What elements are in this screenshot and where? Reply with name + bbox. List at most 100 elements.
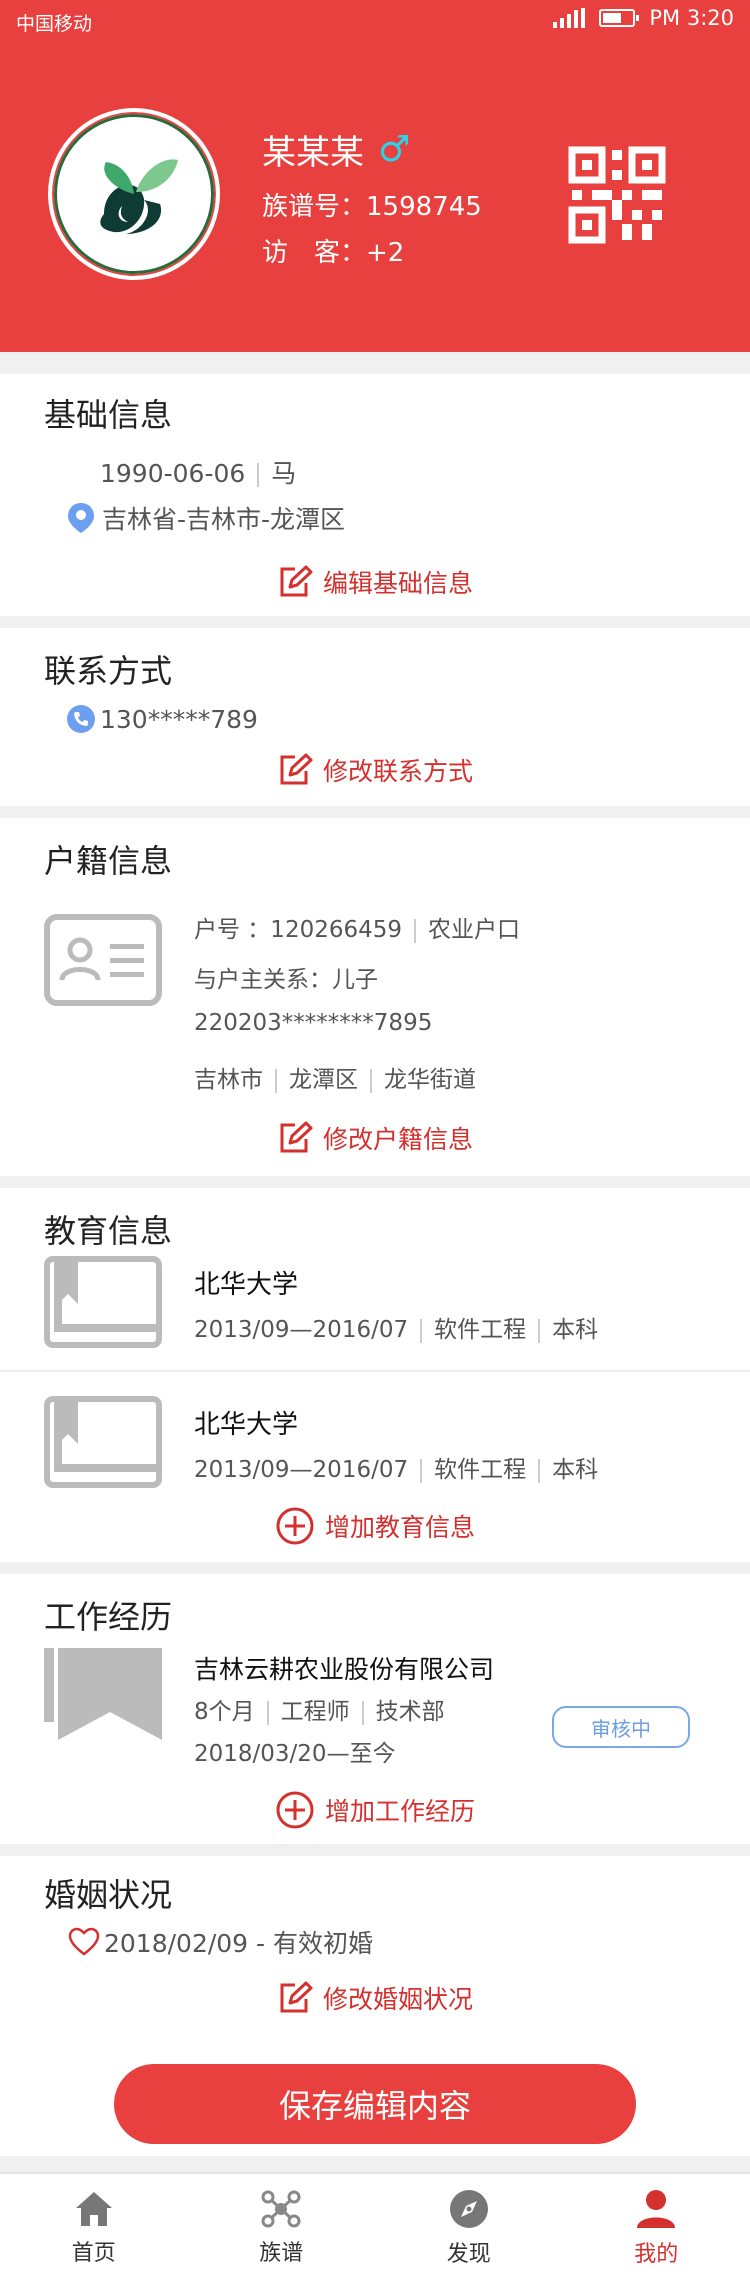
work-period: 2018/03/20—至今: [194, 1741, 396, 1767]
major: 软件工程: [434, 1457, 527, 1483]
tab-discover[interactable]: 发现: [375, 2174, 563, 2282]
education-details: 2013/09—2016/07 软件工程 本科: [194, 1450, 598, 1484]
male-icon: ♂: [378, 129, 411, 170]
basic-info-card: 基础信息 1990-06-06 马 吉林省-吉林市-龙潭区 编辑基础信息: [0, 374, 750, 616]
work-title: 工作经历: [44, 1598, 173, 1636]
book-icon: [44, 1256, 162, 1348]
company-name: 吉林云耕农业股份有限公司: [194, 1655, 495, 1684]
clock-time: PM 3:20: [649, 6, 734, 30]
marriage-card: 婚姻状况 2018/02/09 - 有效初婚 修改婚姻状况: [0, 1856, 750, 2044]
tab-family-tree[interactable]: 族谱: [188, 2174, 376, 2282]
compass-icon: [449, 2190, 488, 2228]
edit-marriage-label: 修改婚姻状况: [322, 1985, 473, 2014]
add-work-label: 增加工作经历: [324, 1797, 475, 1826]
marriage-record: 2018/02/09 - 有效初婚: [104, 1929, 374, 1958]
user-name-row: 某某某 ♂: [262, 125, 410, 174]
household-card: 户籍信息 户号 ：120266459 农业户口 与户主关系：儿子 220203**…: [0, 818, 750, 1176]
relation-to-head: 与户主关系：儿子: [194, 967, 378, 993]
location-row: 吉林省-吉林市-龙潭区: [66, 500, 345, 536]
contact-card: 联系方式 130*****789 修改联系方式: [0, 628, 750, 806]
tab-mine[interactable]: 我的: [563, 2174, 750, 2282]
education-card: 教育信息 北华大学 2013/09—2016/07 软件工程 本科 北华大学 201…: [0, 1188, 750, 1562]
marriage-row: 2018/02/09 - 有效初婚: [68, 1924, 373, 1960]
plus-circle-icon: [276, 1791, 314, 1829]
location: 吉林省-吉林市-龙潭区: [102, 505, 346, 534]
id-card-icon: [44, 914, 162, 1006]
plus-circle-icon: [276, 1507, 314, 1545]
phone-number: 130*****789: [100, 704, 258, 734]
edit-household-button[interactable]: 修改户籍信息: [0, 1120, 750, 1156]
divider: [538, 1458, 541, 1483]
degree: 本科: [552, 1457, 599, 1483]
tab-label: 首页: [71, 2241, 116, 2266]
user-icon: [637, 2190, 676, 2228]
visitor-count: 访 客：+2: [262, 238, 405, 268]
home-icon: [75, 2192, 112, 2226]
logo-icon: [100, 159, 178, 234]
edit-contact-button[interactable]: 修改联系方式: [0, 752, 750, 788]
divider: [420, 1318, 423, 1343]
edit-icon: [280, 1121, 313, 1153]
clan-number: 族谱号：1598745: [262, 192, 482, 222]
bottom-tab-bar: 首页 族谱 发现 我的: [0, 2172, 750, 2282]
id-number: 220203********7895: [194, 1010, 433, 1036]
work-position: 工程师: [280, 1699, 350, 1725]
divider: [538, 1318, 541, 1343]
marriage-title: 婚姻状况: [44, 1876, 173, 1914]
school-name: 北华大学: [194, 1270, 299, 1300]
divider: [414, 918, 417, 943]
divider: [266, 1700, 269, 1725]
phone-icon: [67, 705, 95, 733]
edit-icon: [280, 1981, 313, 2013]
avatar[interactable]: [48, 108, 220, 280]
status-bar: 中国移动 PM 3:20: [0, 0, 750, 42]
work-department: 技术部: [375, 1699, 445, 1725]
city: 吉林市: [194, 1067, 263, 1093]
tab-label: 我的: [634, 2242, 679, 2267]
basic-info-title: 基础信息: [44, 396, 173, 434]
tab-home[interactable]: 首页: [0, 2174, 188, 2282]
divider: [0, 1370, 750, 1372]
hukou-number: 户号 ：120266459: [194, 917, 403, 943]
carrier-label: 中国移动: [16, 13, 93, 35]
work-details: 8个月 工程师 技术部: [194, 1692, 445, 1726]
hukou-row: 户号 ：120266459 农业户口: [194, 910, 520, 944]
divider: [257, 463, 260, 487]
save-button[interactable]: 保存编辑内容: [114, 2064, 636, 2144]
edit-basic-info-label: 编辑基础信息: [322, 569, 473, 598]
bookmark-icon: [44, 1648, 162, 1740]
divider: [420, 1458, 423, 1483]
location-pin-icon: [68, 503, 94, 533]
edit-icon: [280, 565, 313, 597]
education-title: 教育信息: [44, 1212, 173, 1250]
phone-row: 130*****789: [66, 704, 258, 734]
add-work-button[interactable]: 增加工作经历: [0, 1790, 750, 1830]
divider: [370, 1068, 372, 1093]
address-row: 吉林市 龙潭区 龙华街道: [194, 1060, 476, 1094]
signal-icon: [553, 8, 586, 28]
battery-icon: [599, 9, 640, 27]
family-tree-icon: [261, 2190, 301, 2228]
qr-code-icon[interactable]: [568, 146, 666, 244]
contact-title: 联系方式: [44, 652, 173, 690]
edit-marriage-button[interactable]: 修改婚姻状况: [0, 1980, 750, 2016]
degree: 本科: [552, 1317, 599, 1343]
education-period: 2013/09—2016/07: [194, 1457, 409, 1483]
book-icon: [44, 1396, 162, 1488]
school-name: 北华大学: [194, 1410, 299, 1440]
tab-label: 发现: [446, 2242, 491, 2267]
major: 软件工程: [434, 1317, 527, 1343]
edit-icon: [280, 753, 313, 785]
birthday: 1990-06-06: [100, 459, 246, 488]
hukou-type: 农业户口: [428, 917, 521, 943]
profile-header: 中国移动 PM 3:20 某某某 ♂ 族谱号：1598745 访 客：+2: [0, 0, 750, 352]
zodiac: 马: [271, 459, 297, 488]
household-title: 户籍信息: [44, 842, 173, 880]
divider: [275, 1068, 277, 1093]
review-status-badge: 审核中: [552, 1706, 690, 1748]
divider: [361, 1700, 364, 1725]
edit-basic-info-button[interactable]: 编辑基础信息: [0, 564, 750, 600]
add-education-button[interactable]: 增加教育信息: [0, 1506, 750, 1546]
birthday-row: 1990-06-06 马: [100, 454, 296, 490]
user-name: 某某某: [262, 133, 364, 173]
